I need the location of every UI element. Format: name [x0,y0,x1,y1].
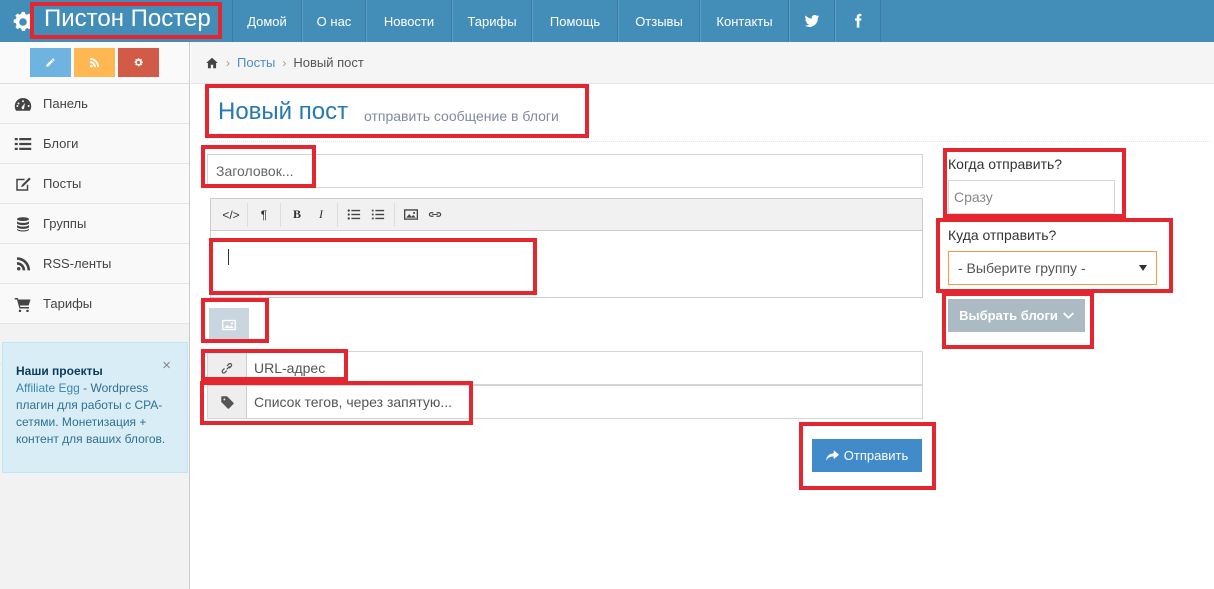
insert-image-button[interactable] [399,204,423,226]
bulleted-list-icon [347,209,361,220]
sidebar-shortcuts [0,42,189,84]
nav-news[interactable]: Новости [366,0,452,42]
nav-home[interactable]: Домой [232,0,302,42]
home-icon[interactable] [205,56,219,70]
projects-text: Affiliate Egg - Wordpress плагин для раб… [16,380,175,448]
main-nav: Домой О нас Новости Тарифы Помощь Отзывы… [232,0,881,42]
facebook-icon [855,13,862,28]
sidebar-item-dashboard[interactable]: Панель [0,84,189,124]
page-header: Новый пост отправить сообщение в блоги [210,92,1210,142]
post-editor: </> ¶ B I [210,198,923,298]
sidebar-item-groups[interactable]: Группы [0,204,189,244]
list-icon [12,136,34,152]
shortcut-settings-button[interactable] [118,48,159,77]
sidebar-item-pricing[interactable]: Тарифы [0,284,189,324]
where-label: Куда отправить? [948,227,1057,243]
breadcrumb: › Посты › Новый пост [191,42,1214,84]
url-input-group [207,351,923,385]
nav-about[interactable]: О нас [302,0,366,42]
send-time-input[interactable] [948,180,1115,214]
twitter-icon [804,14,820,27]
sidebar-item-label: Панель [43,96,88,111]
sidebar-item-label: Блоги [43,136,79,151]
gear-icon [13,11,34,31]
sidebar: Панель Блоги Посты Группы RSS-ленты Тари… [0,42,190,589]
rss-icon [12,256,34,272]
affiliate-egg-link[interactable]: Affiliate Egg [16,381,80,395]
nav-facebook[interactable] [835,0,881,42]
share-arrow-icon [825,450,839,461]
projects-title: Наши проекты [16,364,103,378]
tag-icon [208,386,247,418]
image-icon [404,209,418,220]
top-navbar: Пистон Постер Домой О нас Новости Тарифы… [0,0,1214,42]
toolbar-group-format: ¶ [248,202,281,227]
gear-icon [134,58,143,67]
link-icon [428,212,442,217]
projects-alert: × Наши проекты Affiliate Egg - Wordpress… [2,342,188,473]
nav-pricing[interactable]: Тарифы [452,0,532,42]
toolbar-group-lists [338,202,395,227]
cart-icon [12,296,34,312]
breadcrumb-current: Новый пост [293,55,364,70]
chevron-down-icon [1062,311,1074,319]
sidebar-item-rss[interactable]: RSS-ленты [0,244,189,284]
shortcut-rss-button[interactable] [74,48,115,77]
italic-button[interactable]: I [309,204,333,226]
add-image-button[interactable] [209,308,249,342]
breadcrumb-separator: › [226,55,230,70]
shortcut-edit-button[interactable] [30,48,71,77]
submit-button[interactable]: Отправить [812,439,922,472]
editor-toolbar: </> ¶ B I [211,199,922,231]
page-title: Новый пост [218,98,349,125]
toolbar-group-html: </> [215,202,248,227]
database-icon [12,216,34,232]
sidebar-item-posts[interactable]: Посты [0,164,189,204]
sidebar-item-label: Группы [43,216,87,231]
sidebar-item-label: Тарифы [43,296,93,311]
url-input[interactable] [247,352,922,384]
html-mode-button[interactable]: </> [219,204,243,226]
when-label: Когда отправить? [948,156,1063,172]
page-subtitle: отправить сообщение в блоги [364,108,559,124]
paragraph-format-button[interactable]: ¶ [252,204,276,226]
group-select[interactable]: - Выберите группу - [948,251,1157,285]
sidebar-item-label: Посты [43,176,82,191]
choose-blogs-label: Выбрать блоги [959,308,1058,323]
group-select-value: - Выберите группу - [958,260,1086,276]
edit-icon [12,176,34,192]
editor-content-area[interactable] [211,231,922,297]
toolbar-group-insert [395,203,451,227]
breadcrumb-posts[interactable]: Посты [237,55,275,70]
nav-reviews[interactable]: Отзывы [618,0,700,42]
text-caret [228,249,229,265]
numbered-list-button[interactable] [366,204,390,226]
insert-link-button[interactable] [423,204,447,226]
choose-blogs-button[interactable]: Выбрать блоги [948,299,1085,332]
submit-label: Отправить [843,448,909,463]
nav-twitter[interactable] [789,0,835,42]
tags-input-group [207,385,923,419]
pencil-icon [46,58,55,67]
post-title-input[interactable] [207,154,923,188]
chevron-down-icon [1139,265,1147,271]
close-icon[interactable]: × [162,357,171,374]
image-icon [222,319,236,331]
sidebar-item-label: RSS-ленты [43,256,112,271]
link-icon [208,352,247,384]
tags-input[interactable] [247,386,922,418]
bulleted-list-button[interactable] [342,204,366,226]
nav-contacts[interactable]: Контакты [700,0,789,42]
nav-help[interactable]: Помощь [532,0,618,42]
toolbar-group-style: B I [281,202,338,227]
brand-name: Пистон Постер [44,5,211,32]
bold-button[interactable]: B [285,204,309,226]
rss-icon [89,57,100,68]
numbered-list-icon [371,209,385,220]
breadcrumb-separator: › [282,55,287,70]
sidebar-item-blogs[interactable]: Блоги [0,124,189,164]
brand[interactable]: Пистон Постер [0,0,232,42]
dashboard-icon [12,96,34,112]
